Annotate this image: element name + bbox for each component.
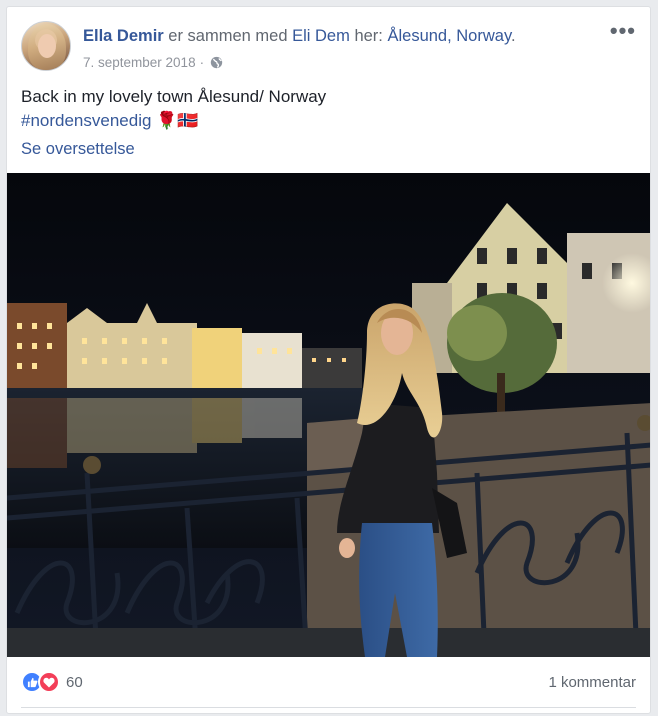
more-options-icon[interactable]: ••• (610, 20, 636, 42)
railing-knob (83, 456, 101, 474)
post-date-link[interactable]: 7. september 2018 (83, 55, 196, 70)
post-body-line: Back in my lovely town Ålesund/ Norway (21, 87, 327, 106)
post-meta: 7. september 2018 · (83, 55, 223, 70)
author-name-link[interactable]: Ella Demir (83, 27, 164, 45)
post-card: Ella Demir er sammen med Eli Dem her: Ål… (6, 6, 651, 714)
hashtag-link[interactable]: #nordensvenedig (21, 111, 151, 130)
reaction-count: 60 (66, 673, 83, 691)
reactions-summary[interactable]: 60 (21, 671, 83, 693)
here-text: her: (349, 27, 388, 45)
post-footer: 60 1 kommentar (21, 667, 636, 697)
post-headline: Ella Demir er sammen med Eli Dem her: Ål… (83, 27, 516, 46)
place-link[interactable]: Ålesund, Norway (387, 27, 511, 45)
post-hashtag-line: #nordensvenedig 🌹🇳🇴 (21, 109, 326, 133)
see-translation-link[interactable]: Se oversettelse (21, 140, 135, 159)
footer-divider (21, 707, 636, 708)
post-header: Ella Demir er sammen med Eli Dem her: Ål… (21, 20, 636, 75)
post-text: Back in my lovely town Ålesund/ Norway #… (21, 85, 326, 133)
emoji-text: 🌹🇳🇴 (156, 111, 199, 130)
globe-icon[interactable] (210, 56, 223, 69)
post-photo[interactable] (7, 173, 651, 657)
author-avatar[interactable] (21, 21, 71, 71)
avatar-face (38, 34, 56, 58)
comment-count-link[interactable]: 1 kommentar (548, 674, 636, 691)
tagged-person-link[interactable]: Eli Dem (292, 27, 350, 45)
love-icon (38, 671, 60, 693)
headline-period: . (510, 27, 516, 45)
meta-separator: · (199, 55, 205, 70)
with-text: er sammen med (163, 27, 293, 45)
